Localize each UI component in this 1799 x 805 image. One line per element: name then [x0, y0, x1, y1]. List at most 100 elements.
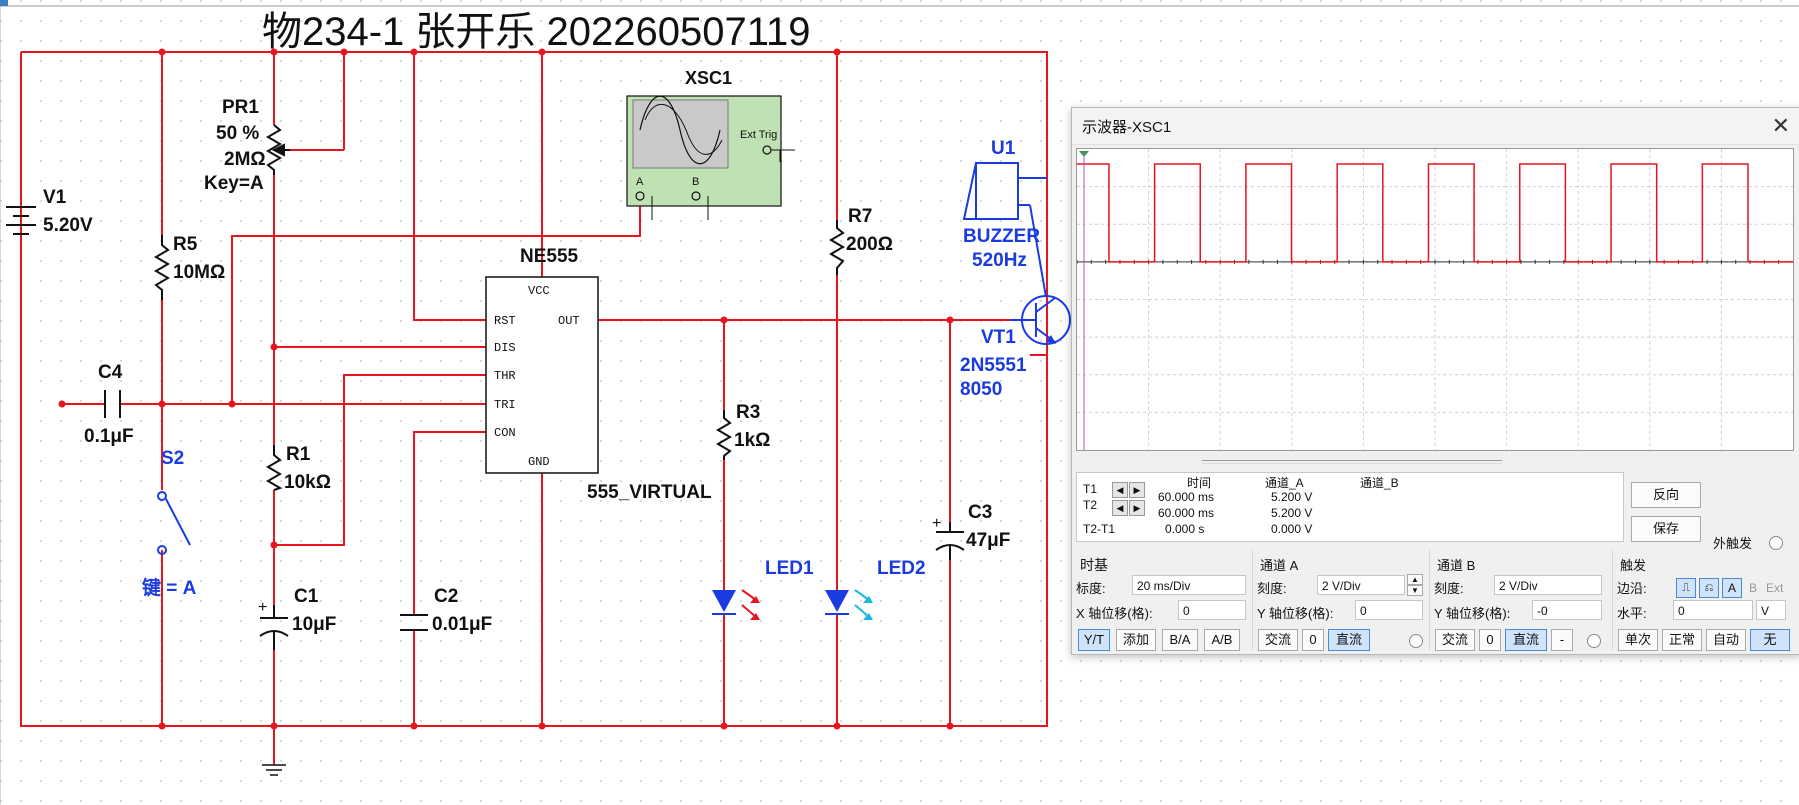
channel-b-ypos-label: Y 轴位移(格): — [1434, 606, 1511, 621]
c4-value: 0.1μF — [84, 426, 134, 447]
ne555-pin-con: CON — [494, 426, 516, 440]
readout-row-t2t1: T2-T1 — [1083, 522, 1116, 536]
c4-name: C4 — [98, 362, 123, 383]
channel-b-radio[interactable] — [1587, 634, 1601, 648]
c3-value: 47μF — [966, 530, 1010, 551]
trigger-level-input[interactable]: 0 — [1673, 600, 1753, 620]
channel-a-scale-down-icon[interactable]: ▼ — [1407, 585, 1423, 596]
ext-trigger-label: 外触发 — [1713, 536, 1753, 551]
channel-a-title: 通道 A — [1260, 558, 1299, 573]
c1-plus-sign: + — [258, 599, 267, 616]
rising-edge-icon[interactable]: ⎍ — [1676, 578, 1696, 598]
channel-a-ypos-label: Y 轴位移(格): — [1257, 606, 1334, 621]
channel-b-ypos-input[interactable]: -0 — [1532, 600, 1602, 620]
r1-name: R1 — [286, 444, 311, 465]
ne555-name: NE555 — [520, 246, 579, 267]
channel-b-scale-label: 刻度: — [1434, 581, 1464, 596]
ab-button[interactable]: A/B — [1204, 629, 1240, 651]
v1-value: 5.20V — [43, 215, 93, 236]
u1-name: U1 — [991, 138, 1016, 159]
ne555-pin-dis: DIS — [494, 341, 516, 355]
pr1-key: Key=A — [204, 173, 264, 194]
xsc1-chan-a: A — [636, 176, 644, 188]
readout-t2t1-cha: 0.000 V — [1271, 522, 1313, 536]
channel-b-dc-button[interactable]: 直流 — [1505, 629, 1547, 651]
reverse-button[interactable]: 反向 — [1631, 482, 1701, 508]
trigger-source-a-button[interactable]: A — [1722, 578, 1742, 598]
channel-a-dc-button[interactable]: 直流 — [1328, 629, 1370, 651]
s2-key: 键 = A — [141, 576, 197, 599]
scope-titlebar[interactable]: 示波器-XSC1 ✕ — [1072, 108, 1799, 145]
trigger-normal-button[interactable]: 正常 — [1662, 629, 1702, 651]
ne555-pin-tri: TRI — [494, 398, 516, 412]
ne555-pin-out: OUT — [558, 314, 580, 328]
falling-edge-icon[interactable]: ⎌ — [1699, 578, 1719, 598]
c1-value: 10μF — [292, 614, 336, 635]
save-button[interactable]: 保存 — [1631, 516, 1701, 542]
channel-a-zero-button[interactable]: 0 — [1302, 629, 1324, 651]
channel-b-minus-button[interactable]: - — [1551, 629, 1573, 651]
trigger-source-b-button[interactable]: B — [1749, 581, 1757, 595]
readout-row-t1: T1 — [1083, 482, 1098, 496]
close-icon[interactable]: ✕ — [1772, 113, 1790, 139]
channel-a-ypos-input[interactable]: 0 — [1355, 600, 1423, 620]
t2-right-arrow-icon[interactable]: ▶ — [1129, 500, 1145, 516]
trigger-level-unit[interactable]: V — [1756, 600, 1786, 620]
u1-type: BUZZER — [963, 226, 1040, 247]
ba-button[interactable]: B/A — [1162, 629, 1198, 651]
channel-b-zero-button[interactable]: 0 — [1479, 629, 1501, 651]
xsc1-oscilloscope-icon[interactable] — [626, 95, 795, 220]
pr1-percent: 50 % — [216, 123, 259, 144]
r5-name: R5 — [173, 234, 198, 255]
r1-value: 10kΩ — [284, 472, 331, 493]
xsc1-ext-trig: Ext Trig — [740, 129, 777, 141]
scope-screen[interactable] — [1076, 148, 1794, 451]
trigger-single-button[interactable]: 单次 — [1618, 629, 1658, 651]
t1-left-arrow-icon[interactable]: ◀ — [1112, 482, 1128, 498]
channel-a-scale-up-icon[interactable]: ▲ — [1407, 574, 1423, 585]
readout-t1-cha: 5.200 V — [1271, 490, 1313, 504]
trigger-auto-button[interactable]: 自动 — [1706, 629, 1746, 651]
vt1-model: 2N5551 — [960, 355, 1027, 376]
c2-value: 0.01μF — [432, 614, 492, 635]
channel-b-scale-input[interactable]: 2 V/Div — [1494, 575, 1602, 595]
sep-2 — [1429, 550, 1430, 650]
trigger-none-button[interactable]: 无 — [1750, 629, 1790, 651]
sep-3 — [1612, 550, 1613, 650]
readout-header-cha: 通道_A — [1265, 476, 1304, 490]
trigger-source-ext-button[interactable]: Ext — [1766, 581, 1783, 595]
yt-button[interactable]: Y/T — [1078, 629, 1110, 651]
ne555-pin-vcc: VCC — [528, 284, 550, 298]
r7-name: R7 — [848, 206, 872, 227]
channel-b-title: 通道 B — [1437, 558, 1476, 573]
c3-name: C3 — [968, 502, 992, 523]
t1-right-arrow-icon[interactable]: ▶ — [1129, 482, 1145, 498]
oscilloscope-window[interactable]: 示波器-XSC1 ✕ T1 T2 T2-T1 ◀ ▶ ◀ ▶ 时间 通道_A 通… — [1071, 107, 1799, 655]
r5-value: 10MΩ — [173, 262, 225, 283]
ne555-pin-rst: RST — [494, 314, 516, 328]
readout-t2-cha: 5.200 V — [1271, 506, 1313, 520]
channel-a-radio[interactable] — [1409, 634, 1423, 648]
channel-a-scale-label: 刻度: — [1257, 581, 1287, 596]
c2-name: C2 — [434, 586, 458, 607]
readout-t2-time: 60.000 ms — [1158, 506, 1215, 520]
t2-left-arrow-icon[interactable]: ◀ — [1112, 500, 1128, 516]
timebase-scale-label: 标度: — [1076, 581, 1106, 596]
channel-b-ac-button[interactable]: 交流 — [1435, 629, 1475, 651]
timebase-xpos-input[interactable]: 0 — [1178, 600, 1246, 620]
scope-readout: T1 T2 T2-T1 ◀ ▶ ◀ ▶ 时间 通道_A 通道_B 60.000 … — [1076, 472, 1624, 542]
scope-title: 示波器-XSC1 — [1082, 119, 1172, 136]
add-button[interactable]: 添加 — [1116, 629, 1156, 651]
channel-a-scale-input[interactable]: 2 V/Div — [1317, 575, 1405, 595]
c1-name: C1 — [294, 586, 319, 607]
readout-header-time: 时间 — [1187, 476, 1212, 490]
vt1-name: VT1 — [981, 327, 1016, 348]
r3-name: R3 — [736, 402, 760, 423]
vt1-alt: 8050 — [960, 379, 1002, 400]
trigger-edge-label: 边沿: — [1617, 581, 1647, 596]
ext-trigger-radio[interactable] — [1769, 536, 1783, 550]
timebase-scale-input[interactable]: 20 ms/Div — [1132, 575, 1246, 595]
scope-splitter[interactable] — [1202, 460, 1502, 464]
channel-a-ac-button[interactable]: 交流 — [1258, 629, 1298, 651]
sep-1 — [1252, 550, 1253, 650]
